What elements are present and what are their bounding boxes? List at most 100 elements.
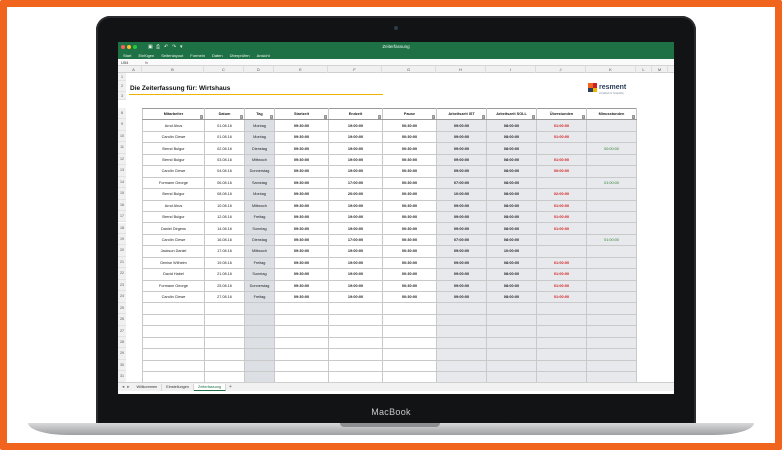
cell-ueber[interactable]: 01:00:00 [536,268,587,281]
column-header[interactable]: C [204,66,244,73]
cell-ende[interactable]: 19:00:00 [328,245,383,258]
cell-soll[interactable]: 08:00:00 [486,256,537,270]
row-header[interactable]: 27 [118,325,126,337]
empty-cell[interactable] [328,336,383,350]
cell-ueber[interactable]: 01:00:00 [536,256,587,270]
cell-start[interactable]: 09:30:00 [274,165,329,178]
empty-cell[interactable] [328,348,383,361]
row-header[interactable]: 9 [118,119,126,131]
row-header[interactable]: 12 [118,153,126,166]
cell-ende[interactable]: 19:00:00 [328,119,383,132]
cell-ueber[interactable]: 01:00:00 [536,222,587,235]
sheet-tab[interactable]: Einstellungen [162,383,195,391]
cell-start[interactable]: 09:30:00 [274,279,329,293]
column-header[interactable]: G [382,66,436,73]
cell-ist[interactable]: 09:00:00 [436,165,487,178]
filter-dropdown-icon[interactable]: ▾ [432,115,436,119]
row-header[interactable]: 11 [118,142,126,154]
cell-ist[interactable]: 09:00:00 [436,130,487,144]
cell-ueber[interactable]: 01:00:00 [536,153,587,167]
cell-minus[interactable] [586,245,637,258]
column-header[interactable]: L [636,66,652,73]
cell-tag[interactable]: Donnerstag [244,279,275,293]
row-header[interactable]: 20 [118,245,126,257]
empty-cell[interactable] [204,336,245,350]
cell-minus[interactable] [586,222,637,235]
row-header[interactable]: 15 [118,188,126,200]
cell-ist[interactable]: 09:00:00 [436,279,487,293]
row-header[interactable]: 22 [118,268,126,280]
cell-ist[interactable]: 09:00:00 [436,222,487,235]
ribbon-tab[interactable]: Formeln [190,53,205,58]
empty-cell[interactable] [382,302,437,315]
cell-ende[interactable]: 19:00:00 [328,256,383,270]
cell-ueber[interactable] [536,245,587,258]
cell-soll[interactable]: 08:00:00 [486,290,537,304]
cell-start[interactable]: 09:30:00 [274,142,329,155]
empty-cell[interactable] [204,313,245,327]
cell-mitarbeiter[interactable]: Carolin Clewe [142,290,205,304]
empty-cell[interactable] [204,359,245,373]
filter-dropdown-icon[interactable]: ▾ [270,115,274,119]
cell-start[interactable]: 09:30:00 [274,233,329,247]
cell-soll[interactable]: 08:00:00 [486,233,537,247]
empty-cell[interactable] [486,348,537,361]
cell-minus[interactable]: 01:00:00 [586,176,637,190]
cell-datum[interactable]: 06.08.16 [204,176,245,190]
cell-ende[interactable]: 19:00:00 [328,279,383,293]
cell-pause[interactable]: 00:30:00 [382,233,437,247]
empty-cell[interactable] [274,302,329,315]
cell-ende[interactable]: 19:00:00 [328,290,383,304]
cell-datum[interactable]: 01.08.16 [204,119,245,132]
cell-ueber[interactable]: 00:00:00 [536,165,587,178]
cell-pause[interactable]: 00:30:00 [382,268,437,281]
cell-pause[interactable]: 00:30:00 [382,245,437,258]
row-header[interactable]: 14 [118,176,126,189]
row-header[interactable]: 19 [118,233,126,246]
cell-pause[interactable]: 00:30:00 [382,222,437,235]
cell-start[interactable]: 09:30:00 [274,222,329,235]
cell-ueber[interactable]: 01:00:00 [536,210,587,224]
cell-ende[interactable]: 19:00:00 [328,210,383,224]
cell-ende[interactable]: 19:00:00 [328,130,383,144]
cell-start[interactable]: 09:30:00 [274,199,329,212]
filter-dropdown-icon[interactable]: ▾ [582,115,586,119]
column-header[interactable]: J [536,66,586,73]
cell-tag[interactable]: Dienstag [244,233,275,247]
cell-minus[interactable] [586,256,637,270]
cell-tag[interactable]: Dienstag [244,142,275,155]
empty-cell[interactable] [486,325,537,338]
cell-start[interactable]: 09:30:00 [274,245,329,258]
empty-cell[interactable] [486,302,537,315]
cell-start[interactable]: 09:30:00 [274,256,329,270]
cell-minus[interactable] [586,165,637,178]
cell-start[interactable]: 09:30:00 [274,119,329,132]
empty-cell[interactable] [536,302,587,315]
cell-minus[interactable] [586,279,637,293]
column-header[interactable]: A [126,66,142,73]
cell-ende[interactable]: 19:00:00 [328,222,383,235]
column-header[interactable]: K [586,66,636,73]
row-header[interactable]: 10 [118,130,126,143]
cell-datum[interactable]: 19.08.16 [204,256,245,270]
empty-cell[interactable] [204,325,245,338]
empty-cell[interactable] [536,336,587,350]
cell-ist[interactable]: 09:00:00 [436,142,487,155]
cell-soll[interactable]: 08:00:00 [486,119,537,132]
row-header[interactable]: 17 [118,211,126,223]
cell-datum[interactable]: 10.08.16 [204,199,245,212]
column-header[interactable]: M [652,66,668,73]
cell-pause[interactable]: 00:30:00 [382,165,437,178]
row-header[interactable]: 8 [118,108,126,120]
cell-pause[interactable]: 00:30:00 [382,188,437,201]
cell-tag[interactable]: Sonntag [244,268,275,281]
cell-soll[interactable]: 08:00:00 [486,279,537,293]
cell-minus[interactable] [586,268,637,281]
empty-cell[interactable] [486,313,537,327]
cell-pause[interactable]: 00:30:00 [382,199,437,212]
cell-ist[interactable]: 07:00:00 [436,176,487,190]
cell-datum[interactable]: 12.08.16 [204,210,245,224]
fx-icon[interactable]: fx [145,60,148,65]
cell-soll[interactable]: 08:00:00 [486,222,537,235]
cell-ist[interactable]: 09:00:00 [436,119,487,132]
